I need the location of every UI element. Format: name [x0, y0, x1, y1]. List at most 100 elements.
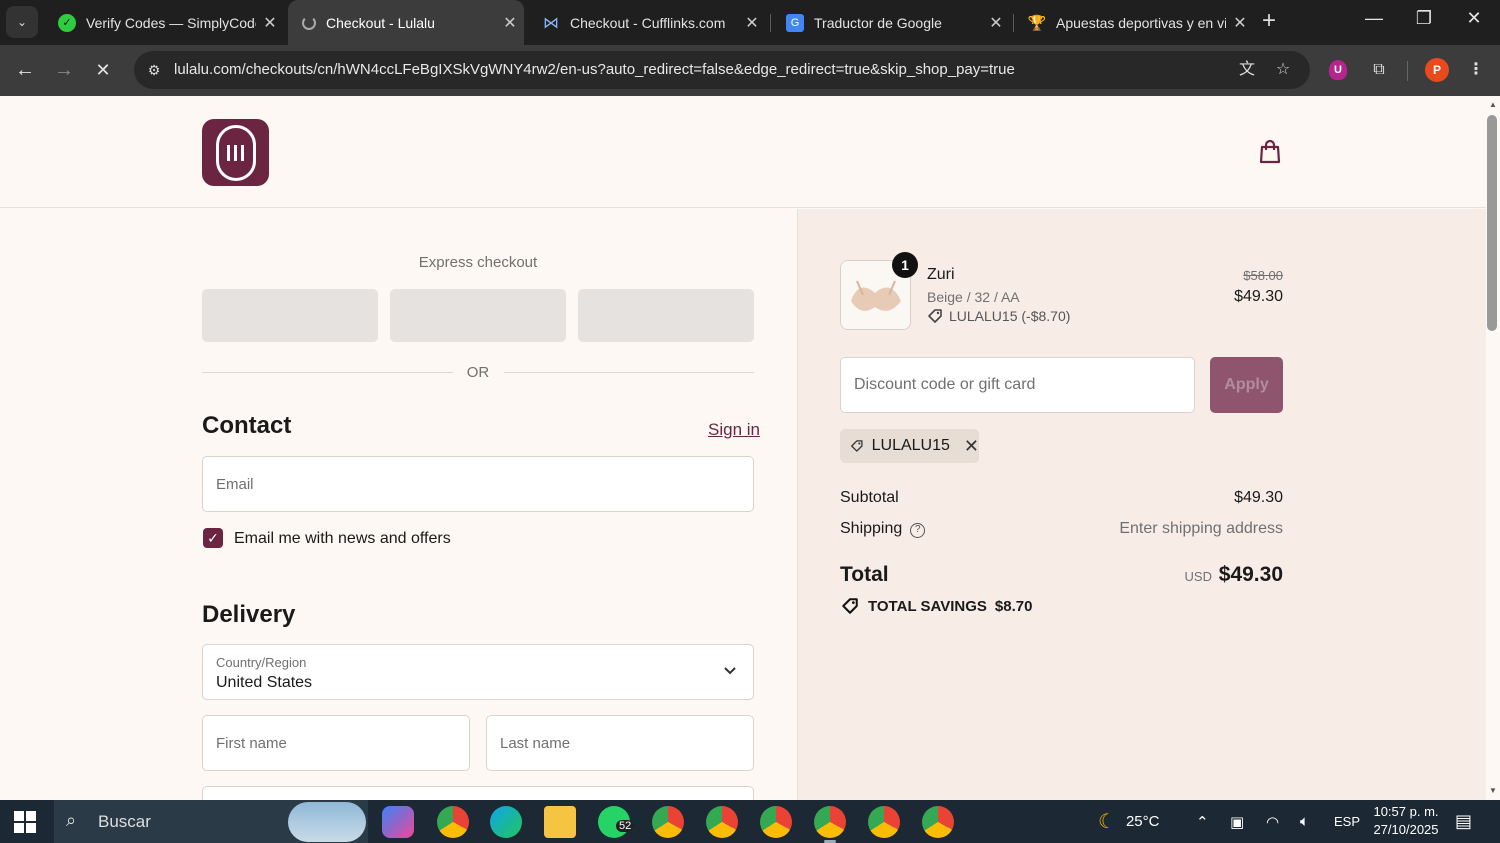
news-offers-checkbox[interactable]: ✓ [203, 528, 223, 548]
savings-tag-icon [842, 598, 858, 614]
tab-title: Checkout - Cufflinks.com [570, 14, 726, 31]
chrome-profile-c-icon[interactable] [652, 806, 684, 838]
more-menu-icon[interactable]: ⋮ [1464, 58, 1488, 82]
contact-heading: Contact [202, 412, 292, 439]
whatsapp-unread-badge: 52 [616, 820, 635, 832]
new-tab-button[interactable]: + [1262, 8, 1276, 34]
chevron-down-icon [724, 667, 736, 675]
file-explorer-icon[interactable] [544, 806, 576, 838]
scroll-down-icon[interactable]: ▼ [1487, 786, 1499, 795]
meet-icon[interactable]: ▣ [1230, 800, 1244, 843]
edge-icon[interactable] [490, 806, 522, 838]
scroll-up-icon[interactable]: ▲ [1487, 100, 1499, 109]
tab-title: Verify Codes — SimplyCodes [86, 14, 256, 31]
back-icon[interactable]: ← [12, 57, 38, 83]
chrome-profile-e-icon[interactable] [868, 806, 900, 838]
last-name-field[interactable]: Last name [486, 715, 754, 771]
moon-icon: ☾ [1098, 811, 1116, 833]
quantity-badge: 1 [892, 252, 918, 278]
system-clock[interactable]: 10:57 p. m. 27/10/2025 [1368, 803, 1444, 839]
extension-shield-icon[interactable]: U [1329, 60, 1347, 80]
notifications-icon[interactable]: ▤ [1455, 800, 1472, 843]
tab-checkout-lulalu[interactable]: Checkout - Lulalu ✕ [288, 0, 524, 45]
apply-discount-button[interactable]: Apply [1210, 357, 1283, 413]
show-hidden-icons-icon[interactable]: ⌃ [1196, 800, 1209, 843]
email-field[interactable]: Email [202, 456, 754, 512]
windows-start-icon[interactable] [14, 811, 36, 833]
windows-taskbar: ⌕ Buscar ☾ 25°C ⌃ ▣ ◠ 🔈︎ ESP 10:57 p. m.… [0, 800, 1500, 843]
close-window-icon[interactable]: ✕ [1454, 8, 1494, 29]
taskbar-search-label: Buscar [98, 812, 151, 831]
cufflinks-icon: ⋈ [543, 14, 559, 32]
country-region-value: United States [216, 674, 313, 691]
tab-apuestas[interactable]: 🏆 Apuestas deportivas y en vivo ✕ [1014, 0, 1254, 45]
translate-icon[interactable]: 文 [1236, 59, 1258, 81]
volume-icon[interactable]: 🔈︎ [1300, 800, 1309, 843]
close-tab-icon[interactable]: ✕ [496, 13, 524, 33]
clock-date: 27/10/2025 [1373, 822, 1439, 837]
total-savings: TOTAL SAVINGS $8.70 [840, 597, 1032, 615]
chrome-profile-p-icon[interactable] [814, 806, 846, 843]
tab-simplycodes[interactable]: ✓ Verify Codes — SimplyCodes ✕ [44, 0, 284, 45]
first-name-field[interactable]: First name [202, 715, 470, 771]
tab-google-translate[interactable]: G Traductor de Google ✕ [772, 0, 1010, 45]
weather-widget[interactable]: ☾ 25°C [1098, 800, 1159, 843]
profile-avatar[interactable]: P [1425, 58, 1449, 82]
search-icon: ⌕ [66, 810, 77, 830]
close-tab-icon[interactable]: ✕ [256, 13, 284, 33]
news-offers-label[interactable]: Email me with news and offers [234, 530, 451, 548]
sign-in-link[interactable]: Sign in [708, 420, 760, 440]
scrollbar-thumb[interactable] [1487, 115, 1497, 331]
copilot-icon[interactable] [382, 806, 414, 838]
temperature-text: 25°C [1125, 813, 1160, 830]
minimize-icon[interactable]: — [1354, 8, 1394, 29]
close-tab-icon[interactable]: ✕ [738, 13, 766, 33]
discount-code-placeholder: Discount code or gift card [854, 376, 1036, 393]
total-value: $49.30 [1218, 563, 1283, 586]
express-pay-button-2[interactable] [390, 289, 566, 342]
shipping-row: Shipping? Enter shipping address [840, 520, 1283, 538]
or-divider-left [202, 372, 453, 373]
chrome-profile-s-icon[interactable] [922, 806, 954, 838]
close-tab-icon[interactable]: ✕ [1226, 13, 1254, 33]
site-header [0, 96, 1486, 208]
tab-checkout-cufflinks[interactable]: ⋈ Checkout - Cufflinks.com ✕ [528, 0, 766, 45]
remove-discount-icon[interactable]: ✕ [964, 436, 979, 457]
site-info-icon[interactable]: ⚙ [144, 60, 164, 80]
help-question-icon[interactable]: ? [910, 523, 926, 538]
lulalu-logo[interactable] [202, 119, 269, 186]
express-pay-button-3[interactable] [578, 289, 754, 342]
restore-icon[interactable]: ❐ [1404, 8, 1444, 29]
address-bar[interactable]: ⚙ lulalu.com/checkouts/cn/hWN4ccLFeBgIXS… [134, 51, 1310, 89]
tab-separator [770, 14, 771, 32]
browser-toolbar: ← → ✕ ⚙ lulalu.com/checkouts/cn/hWN4ccLF… [0, 45, 1500, 96]
taskbar-search[interactable]: ⌕ Buscar [54, 800, 368, 843]
country-region-select[interactable]: Country/Region United States [202, 644, 754, 700]
shopping-bag-icon[interactable] [1256, 138, 1284, 166]
forward-icon[interactable]: → [51, 57, 77, 83]
stop-loading-icon[interactable]: ✕ [90, 57, 116, 83]
url-text[interactable]: lulalu.com/checkouts/cn/hWN4ccLFeBgIXSkV… [174, 61, 1015, 78]
discount-code-field[interactable]: Discount code or gift card [840, 357, 1195, 413]
chrome-profile-c2-icon[interactable] [706, 806, 738, 838]
subtotal-value: $49.30 [1234, 489, 1283, 506]
input-language[interactable]: ESP [1334, 800, 1360, 843]
express-pay-button-1[interactable] [202, 289, 378, 342]
bookmark-star-icon[interactable]: ☆ [1272, 59, 1294, 81]
simplycodes-icon: ✓ [58, 13, 76, 32]
address-field[interactable] [202, 786, 754, 800]
tag-icon [928, 309, 942, 323]
product-discount-text: LULALU15 (-$8.70) [949, 308, 1071, 324]
wifi-icon[interactable]: ◠ [1266, 800, 1279, 843]
tab-search-menu-button[interactable]: ⌄ [6, 6, 38, 38]
toolbar-divider [1407, 61, 1408, 81]
chrome-icon[interactable] [437, 806, 469, 838]
chrome-profile-g-icon[interactable] [760, 806, 792, 838]
close-tab-icon[interactable]: ✕ [982, 13, 1010, 33]
last-name-placeholder: Last name [500, 735, 571, 752]
original-price: $58.00 [1243, 268, 1283, 283]
extensions-puzzle-icon[interactable]: ⧉ [1367, 58, 1391, 82]
trophy-icon: 🏆 [1027, 14, 1047, 32]
total-label: Total [840, 563, 889, 586]
applied-discount-chip: LULALU15 ✕ [840, 429, 979, 463]
